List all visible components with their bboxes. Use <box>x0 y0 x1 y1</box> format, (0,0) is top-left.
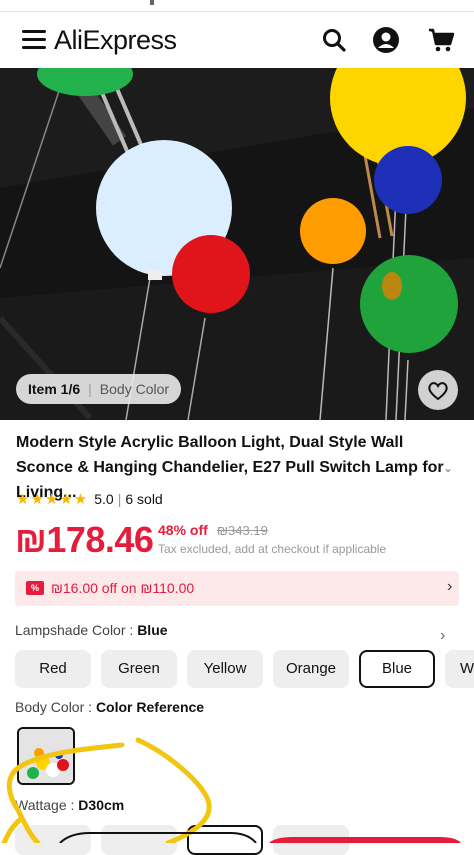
wattage-label: Wattage : D30cm <box>15 797 125 813</box>
image-counter: Item 1/6 <box>28 381 81 397</box>
pill-separator: | <box>88 381 92 397</box>
wattage-option-4[interactable] <box>273 825 349 855</box>
cart-icon[interactable] <box>427 26 455 54</box>
image-counter-pill: Item 1/6 | Body Color <box>16 374 182 404</box>
tax-note: Tax excluded, add at checkout if applica… <box>158 542 387 556</box>
price: ₪178.46 <box>15 519 154 560</box>
search-icon[interactable] <box>320 26 348 54</box>
menu-icon[interactable] <box>22 30 46 50</box>
status-mark <box>150 0 154 5</box>
chevron-right-icon: › <box>447 578 453 595</box>
top-header: AliExpress <box>0 12 474 68</box>
body-color-label: Body Color : Color Reference <box>15 699 205 715</box>
wattage-option-2[interactable] <box>101 825 177 855</box>
account-icon[interactable] <box>372 26 400 54</box>
rating-row[interactable]: ★★★★★ 5.0 | 6 sold <box>16 490 163 508</box>
lampshade-color-label: Lampshade Color : Blue <box>15 622 168 638</box>
wattage-label-text: Wattage <box>15 797 67 813</box>
product-image-gallery[interactable]: Item 1/6 | Body Color <box>0 68 474 420</box>
coupon-banner[interactable]: % ₪16.00 off on ₪110.00 › <box>15 571 459 606</box>
wattage-option-1[interactable] <box>15 825 91 855</box>
body-selected-value: Color Reference <box>95 699 205 715</box>
coupon-tag-icon: % <box>26 581 44 595</box>
color-option-partial[interactable]: W <box>445 650 474 688</box>
logo-text: AliExpress <box>54 25 177 55</box>
rating-separator: | <box>117 491 122 507</box>
chevron-right-icon[interactable]: › <box>440 627 445 645</box>
coupon-text: ₪16.00 off on ₪110.00 <box>51 580 195 596</box>
color-option-yellow[interactable]: Yellow <box>187 650 263 688</box>
balloon-thumbnail-image <box>19 729 73 783</box>
color-option-red[interactable]: Red <box>15 650 91 688</box>
heart-icon <box>428 382 448 401</box>
product-photo <box>0 68 474 420</box>
wattage-option-3[interactable] <box>187 825 263 855</box>
discount-badge: 48% off <box>158 522 208 538</box>
body-label-text: Body Color <box>15 699 85 715</box>
color-option-orange[interactable]: Orange <box>273 650 349 688</box>
color-option-blue[interactable]: Blue <box>359 650 435 688</box>
lampshade-selected-value: Blue <box>137 622 168 638</box>
status-strip <box>0 0 474 12</box>
body-color-thumbnail[interactable] <box>17 727 75 785</box>
wattage-selected-value: D30cm <box>78 797 125 813</box>
original-price: ₪343.19 <box>217 523 268 538</box>
wishlist-button[interactable] <box>418 370 458 410</box>
image-variant-label: Body Color <box>99 381 170 397</box>
sold-count: 6 sold <box>125 491 163 507</box>
color-option-green[interactable]: Green <box>101 650 177 688</box>
aliexpress-logo[interactable]: AliExpress <box>54 25 177 56</box>
rating-value: 5.0 <box>94 491 114 507</box>
star-rating-icon: ★★★★★ <box>16 491 89 508</box>
lampshade-label-text: Lampshade Color <box>15 622 126 638</box>
chevron-down-icon[interactable]: ⌄ <box>443 461 453 475</box>
